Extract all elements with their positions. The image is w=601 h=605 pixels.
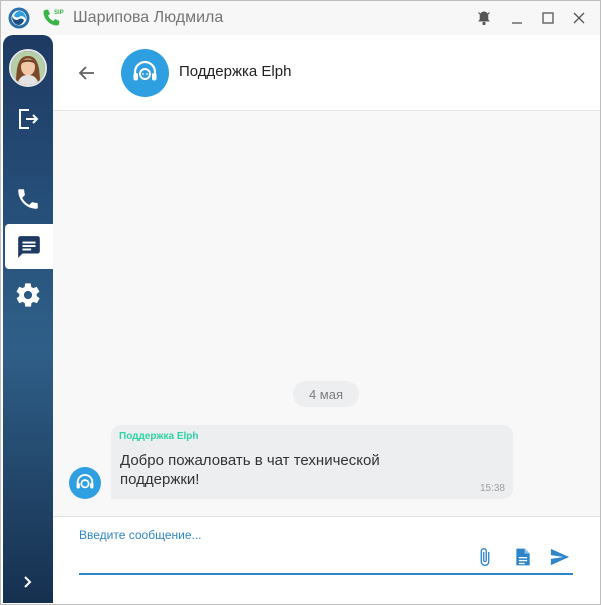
arrow-left-icon [78, 66, 94, 80]
headset-icon [133, 60, 157, 81]
message-list[interactable]: 4 мая Поддержка Elph Добро пожаловать в … [53, 111, 600, 516]
maximize-button[interactable] [537, 7, 559, 29]
send-icon [550, 548, 570, 566]
date-separator: 4 мая [293, 381, 359, 407]
chats-nav-button[interactable] [5, 224, 53, 269]
message-composer [53, 516, 600, 603]
gear-icon [16, 283, 40, 307]
bell-icon [478, 11, 490, 26]
headset-icon [76, 474, 94, 489]
logout-button[interactable] [14, 105, 42, 133]
close-button[interactable] [568, 7, 590, 29]
expand-sidebar-button[interactable] [17, 571, 39, 593]
minimize-icon [512, 22, 522, 24]
sip-phone-icon[interactable]: SIP [41, 7, 65, 29]
message-bubble[interactable]: Поддержка Elph Добро пожаловать в чат те… [111, 425, 513, 499]
document-button[interactable] [511, 545, 535, 569]
sip-badge: SIP [54, 10, 64, 16]
user-avatar[interactable] [9, 49, 47, 87]
window-title: Шарипова Людмила [73, 9, 224, 26]
back-button[interactable] [75, 61, 99, 85]
contact-name: Поддержка Elph [179, 63, 292, 80]
maximize-icon [542, 12, 554, 24]
chevron-right-icon [24, 576, 32, 588]
calls-nav-button[interactable] [14, 185, 42, 213]
contact-avatar[interactable] [121, 49, 169, 97]
logout-icon [19, 109, 39, 129]
message-sender-avatar [69, 467, 101, 499]
app-window: SIP Шарипова Людмила Поддержка Elph 4 ма… [0, 0, 601, 605]
paperclip-icon [480, 547, 490, 567]
chat-icon [18, 235, 40, 258]
title-bar: SIP Шарипова Людмила [1, 1, 600, 35]
message-sender: Поддержка Elph [119, 431, 199, 442]
document-icon [516, 548, 530, 566]
chat-header: Поддержка Elph [53, 35, 600, 111]
message-text: Добро пожаловать в чат технической подде… [120, 452, 380, 488]
close-icon [573, 12, 585, 24]
send-button[interactable] [548, 545, 572, 569]
message-input[interactable] [79, 525, 573, 575]
app-logo-icon [8, 7, 30, 29]
message-time: 15:38 [479, 483, 505, 494]
settings-nav-button[interactable] [14, 281, 42, 309]
input-underline [79, 573, 573, 575]
notifications-button[interactable] [473, 7, 495, 29]
attach-button[interactable] [473, 545, 497, 569]
sidebar [3, 35, 53, 603]
phone-icon [18, 189, 38, 209]
minimize-button[interactable] [506, 7, 528, 29]
